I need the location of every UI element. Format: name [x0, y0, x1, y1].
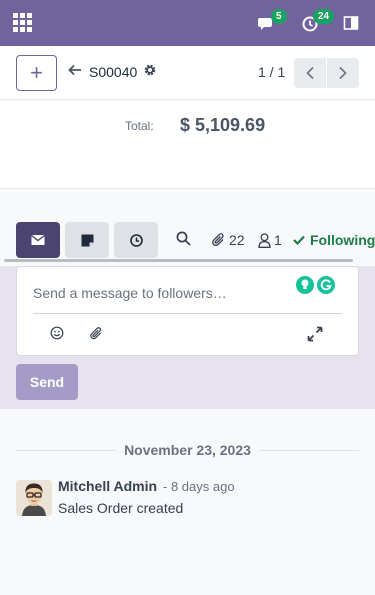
- attachments-button[interactable]: 22: [212, 232, 245, 248]
- check-icon: [293, 235, 305, 245]
- pager-previous-button[interactable]: [294, 58, 326, 88]
- composer-divider: [33, 313, 342, 314]
- note-icon: [81, 234, 93, 246]
- search-messages-button[interactable]: [176, 231, 191, 251]
- separator-line: [259, 450, 359, 451]
- date-separator: November 23, 2023: [16, 442, 359, 458]
- chatter-topbar: 22 1 Following: [0, 222, 375, 260]
- gear-icon[interactable]: [143, 63, 157, 80]
- search-icon: [176, 231, 191, 246]
- messages-button[interactable]: 5: [258, 9, 287, 36]
- log-note-tab[interactable]: [65, 222, 109, 258]
- back-arrow-icon[interactable]: [68, 63, 82, 82]
- panel-icon: [343, 16, 359, 30]
- send-button[interactable]: Send: [16, 364, 78, 400]
- send-message-tab[interactable]: [16, 222, 60, 258]
- grammarly-icon[interactable]: [317, 276, 335, 294]
- apps-menu-icon[interactable]: [13, 13, 32, 32]
- attachments-count: 22: [229, 232, 245, 248]
- paperclip-icon: [90, 327, 101, 340]
- expand-icon: [307, 326, 323, 342]
- top-navbar: 5 24: [0, 0, 375, 46]
- pager-next-button[interactable]: [327, 58, 359, 88]
- smile-icon: [50, 326, 64, 340]
- envelope-icon: [31, 234, 45, 245]
- activities-button[interactable]: 24: [302, 9, 335, 36]
- chevron-right-icon: [339, 66, 347, 80]
- messages-badge: 5: [271, 9, 287, 24]
- total-label: Total:: [125, 119, 154, 133]
- attach-file-button[interactable]: [90, 326, 103, 344]
- toggle-panel-button[interactable]: [343, 10, 359, 36]
- followers-button[interactable]: 1: [258, 232, 282, 248]
- horizontal-scrollbar[interactable]: [4, 259, 353, 262]
- message-input[interactable]: [33, 285, 293, 301]
- emoji-button[interactable]: [50, 326, 64, 344]
- message-date: - 8 days ago: [163, 479, 235, 494]
- clock-icon: [129, 233, 143, 247]
- form-sheet: Total: $ 5,109.69: [0, 101, 375, 189]
- message-body: Sales Order created: [58, 500, 184, 516]
- following-label: Following: [310, 232, 375, 248]
- avatar[interactable]: [16, 480, 52, 516]
- record-name: S00040: [89, 64, 138, 80]
- activities-badge: 24: [313, 9, 335, 24]
- followers-count: 1: [274, 232, 282, 248]
- user-icon: [258, 232, 271, 248]
- chevron-left-icon: [306, 66, 314, 80]
- full-composer-button[interactable]: [307, 326, 323, 345]
- following-button[interactable]: Following: [293, 232, 375, 248]
- grammarly-suggestion-icon[interactable]: [296, 276, 314, 294]
- message-item: Mitchell Admin - 8 days ago Sales Order …: [16, 478, 359, 518]
- control-panel: + S00040 1 / 1: [0, 46, 375, 100]
- schedule-activity-tab[interactable]: [114, 222, 158, 258]
- total-value: $ 5,109.69: [180, 115, 266, 135]
- message-author[interactable]: Mitchell Admin: [58, 478, 157, 494]
- new-button[interactable]: +: [16, 55, 57, 91]
- paperclip-icon: [212, 233, 224, 247]
- composer-box: [16, 266, 359, 356]
- message-composer: Send: [0, 266, 375, 409]
- pager-value[interactable]: 1 / 1: [258, 64, 285, 80]
